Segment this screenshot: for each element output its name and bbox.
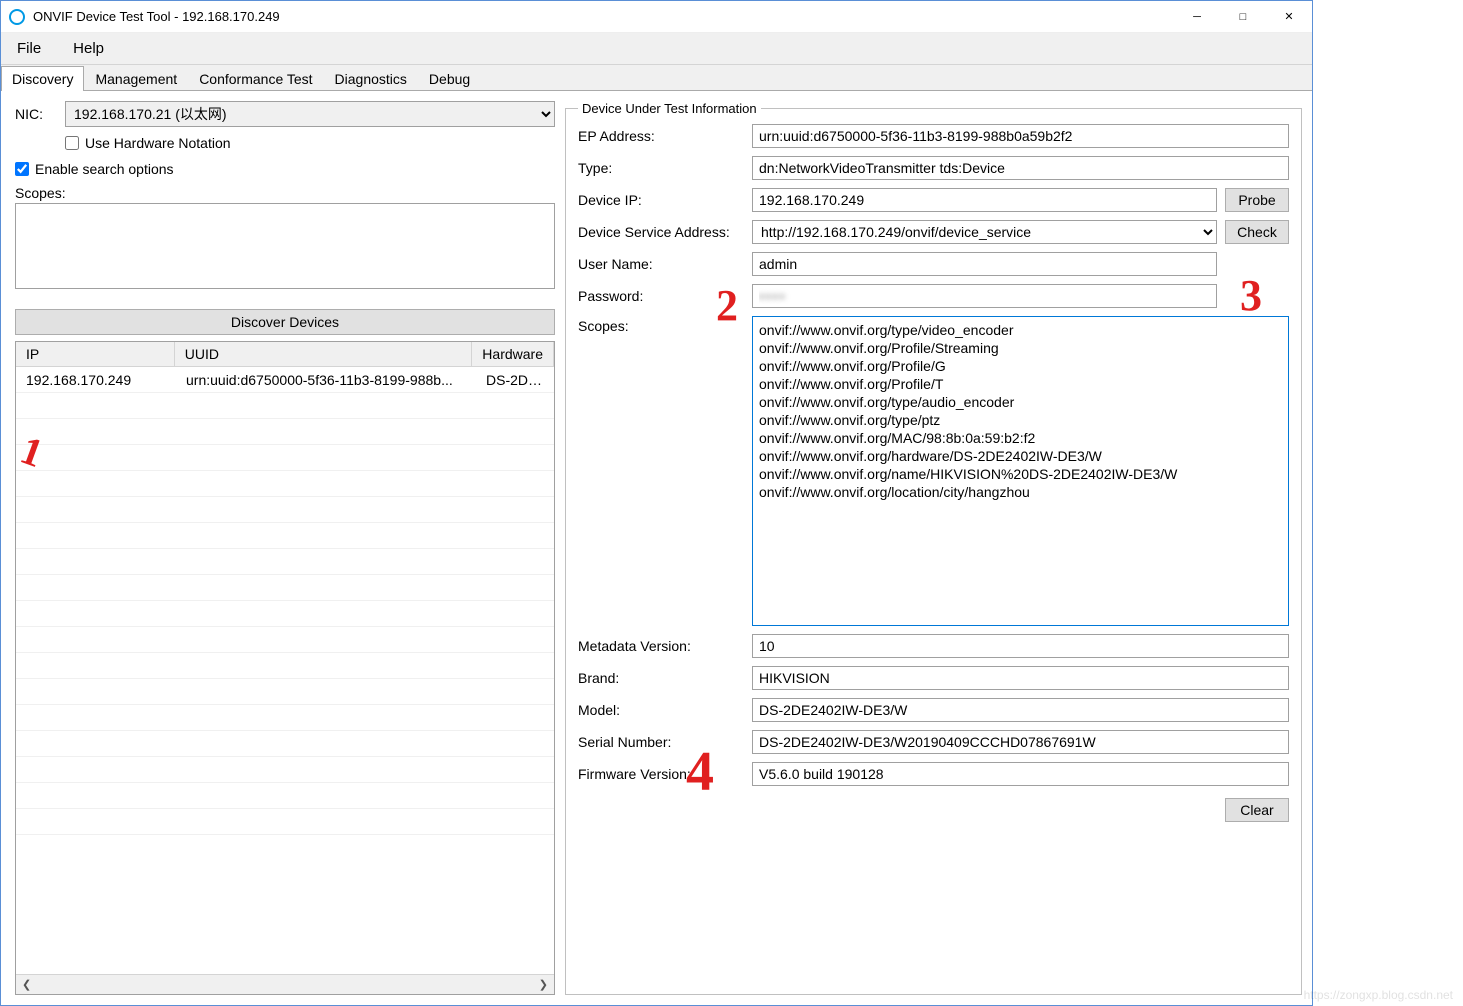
app-icon: [9, 9, 25, 25]
nic-label: NIC:: [15, 106, 65, 122]
window-title: ONVIF Device Test Tool - 192.168.170.249: [33, 9, 280, 24]
model-label: Model:: [578, 702, 752, 718]
discovery-panel: NIC: 192.168.170.21 (以太网) Use Hardware N…: [15, 101, 555, 995]
tab-conformance[interactable]: Conformance Test: [188, 66, 323, 91]
watermark: https://zongxp.blog.csdn.net: [1304, 988, 1453, 1002]
scroll-right-icon[interactable]: ❯: [535, 978, 552, 991]
nic-select[interactable]: 192.168.170.21 (以太网): [65, 101, 555, 127]
grid-body: 192.168.170.249 urn:uuid:d6750000-5f36-1…: [16, 367, 554, 974]
col-uuid[interactable]: UUID: [175, 342, 473, 366]
check-button[interactable]: Check: [1225, 220, 1289, 244]
titlebar: ONVIF Device Test Tool - 192.168.170.249…: [1, 1, 1312, 33]
dsa-label: Device Service Address:: [578, 224, 752, 240]
tab-discovery[interactable]: Discovery: [1, 66, 84, 91]
window-controls: ─ □ ✕: [1174, 1, 1312, 33]
serial-label: Serial Number:: [578, 734, 752, 750]
tab-management[interactable]: Management: [84, 66, 188, 91]
serial-field[interactable]: [752, 730, 1289, 754]
fw-label: Firmware Version:: [578, 766, 752, 782]
ep-field[interactable]: [752, 124, 1289, 148]
cell-hw: DS-2DE2: [476, 372, 554, 388]
close-button[interactable]: ✕: [1266, 1, 1312, 33]
meta-field[interactable]: [752, 634, 1289, 658]
app-window: ONVIF Device Test Tool - 192.168.170.249…: [0, 0, 1313, 1006]
hw-notation-label: Use Hardware Notation: [85, 135, 231, 151]
brand-label: Brand:: [578, 670, 752, 686]
meta-label: Metadata Version:: [578, 638, 752, 654]
type-label: Type:: [578, 160, 752, 176]
maximize-button[interactable]: □: [1220, 1, 1266, 33]
fw-field[interactable]: [752, 762, 1289, 786]
devices-grid: IP UUID Hardware 192.168.170.249 urn:uui…: [15, 341, 555, 995]
menu-file[interactable]: File: [11, 36, 47, 61]
content-area: NIC: 192.168.170.21 (以太网) Use Hardware N…: [1, 91, 1312, 1005]
service-address-select[interactable]: http://192.168.170.249/onvif/device_serv…: [752, 220, 1217, 244]
device-ip-field[interactable]: [752, 188, 1217, 212]
enable-search-checkbox[interactable]: [15, 162, 29, 176]
cell-ip: 192.168.170.249: [16, 372, 176, 388]
grid-header: IP UUID Hardware: [16, 342, 554, 367]
scopes-label-left: Scopes:: [15, 185, 555, 201]
scopes-input[interactable]: [15, 203, 555, 289]
dut-fieldset: Device Under Test Information EP Address…: [565, 101, 1302, 995]
discover-devices-button[interactable]: Discover Devices: [15, 309, 555, 335]
model-field[interactable]: [752, 698, 1289, 722]
enable-search-label: Enable search options: [35, 161, 174, 177]
menu-help[interactable]: Help: [67, 36, 110, 61]
table-row[interactable]: 192.168.170.249 urn:uuid:d6750000-5f36-1…: [16, 367, 554, 393]
pwd-label: Password:: [578, 288, 752, 304]
hw-notation-checkbox[interactable]: [65, 136, 79, 150]
scopes-label-right: Scopes:: [578, 316, 752, 626]
minimize-button[interactable]: ─: [1174, 1, 1220, 33]
col-ip[interactable]: IP: [16, 342, 175, 366]
col-hardware[interactable]: Hardware: [472, 342, 554, 366]
tab-debug[interactable]: Debug: [418, 66, 481, 91]
ep-label: EP Address:: [578, 128, 752, 144]
ip-label: Device IP:: [578, 192, 752, 208]
tabstrip: Discovery Management Conformance Test Di…: [1, 65, 1312, 91]
cell-uuid: urn:uuid:d6750000-5f36-11b3-8199-988b...: [176, 372, 476, 388]
menubar: File Help: [1, 33, 1312, 65]
brand-field[interactable]: [752, 666, 1289, 690]
type-field[interactable]: [752, 156, 1289, 180]
grid-hscroll[interactable]: ❮ ❯: [16, 974, 554, 994]
scroll-left-icon[interactable]: ❮: [18, 978, 35, 991]
username-field[interactable]: [752, 252, 1217, 276]
password-field[interactable]: [752, 284, 1217, 308]
clear-button[interactable]: Clear: [1225, 798, 1289, 822]
probe-button[interactable]: Probe: [1225, 188, 1289, 212]
dut-legend: Device Under Test Information: [578, 101, 761, 116]
dut-panel: Device Under Test Information EP Address…: [565, 101, 1302, 995]
tab-diagnostics[interactable]: Diagnostics: [324, 66, 418, 91]
scopes-textarea[interactable]: onvif://www.onvif.org/type/video_encoder…: [752, 316, 1289, 626]
user-label: User Name:: [578, 256, 752, 272]
